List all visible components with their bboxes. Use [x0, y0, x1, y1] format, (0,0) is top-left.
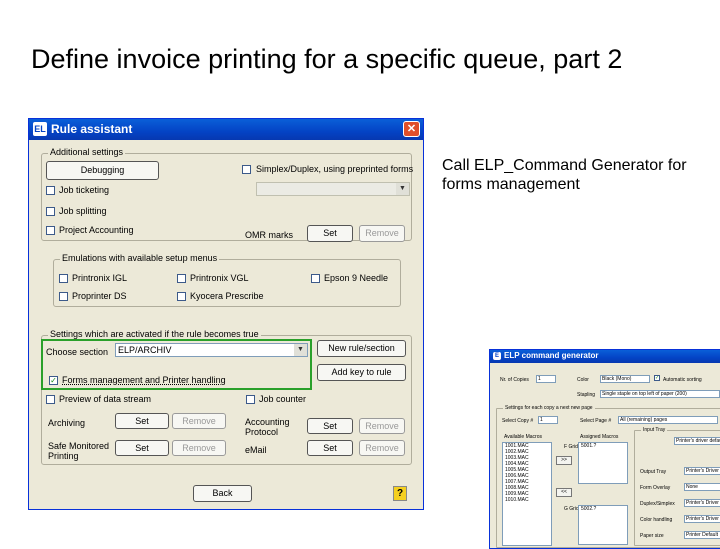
job-splitting-checkbox[interactable] [46, 207, 55, 216]
simplex-duplex-label: Simplex/Duplex, using preprinted forms [256, 164, 414, 174]
output-tray-select[interactable]: Printer's Driver D [684, 467, 720, 475]
omr-remove-button[interactable]: Remove [359, 225, 405, 242]
list-item[interactable]: 5002.? [581, 506, 627, 512]
paper-size-select[interactable]: Printer Default [684, 531, 720, 539]
accounting-remove-button[interactable]: Remove [359, 418, 405, 434]
move-right-button[interactable]: >> [556, 456, 572, 465]
close-button[interactable]: ✕ [403, 121, 420, 137]
paper-size-label: Paper size [640, 533, 664, 539]
preview-datastream-label: Preview of data stream [59, 394, 152, 404]
callout-text: Call ELP_Command Generator for forms man… [442, 157, 687, 193]
color-handling-label: Color handling [640, 517, 673, 523]
emulation-label-kyocera: Kyocera Prescribe [190, 291, 264, 301]
rule-assistant-titlebar: EL Rule assistant ✕ [29, 119, 423, 140]
simplex-duplex-select[interactable]: ▼ [256, 182, 410, 196]
safe-remove-button[interactable]: Remove [172, 440, 226, 456]
elp-window-title: ELP command generator [504, 351, 599, 360]
omr-marks-label: OMR marks [245, 230, 293, 240]
simplex-duplex-checkbox[interactable] [242, 165, 251, 174]
form-overlay-label: Form Overlay [640, 485, 671, 491]
nr-copies-label: Nr. of Copies [500, 377, 529, 383]
assigned-macros-header: Assigned Macros [580, 434, 619, 440]
copy-settings-label: Settings for each copy a next new page [503, 405, 595, 411]
select-copy-select[interactable]: 1 [538, 416, 558, 424]
project-accounting-checkbox[interactable] [46, 226, 55, 235]
available-macros-header: Available Macros [504, 434, 542, 440]
emulation-checkbox-kyocera[interactable] [177, 292, 186, 301]
stapling-label: Stapling [577, 392, 596, 398]
highlight-frame [41, 339, 312, 390]
assigned-macros-list-1[interactable]: 5001.? [578, 442, 628, 484]
assigned-group1-label: F Grid [564, 444, 578, 450]
slide-title: Define invoice printing for a specific q… [31, 44, 623, 74]
job-counter-checkbox[interactable] [246, 395, 255, 404]
rule-assistant-window: EL Rule assistant ✕ Additional settings … [28, 118, 424, 510]
color-label: Color [577, 377, 589, 383]
emulation-label-epson: Epson 9 Needle [324, 273, 389, 283]
email-label: eMail [245, 445, 267, 455]
debugging-button[interactable]: Debugging [46, 161, 159, 180]
duplex-select[interactable]: Printer's Driver D [684, 499, 720, 507]
auto-sorting-checkbox[interactable]: ✓ [654, 375, 660, 381]
emulations-label: Emulations with available setup menus [60, 253, 220, 263]
project-accounting-label: Project Accounting [59, 225, 134, 235]
archiving-set-button[interactable]: Set [115, 413, 169, 429]
archiving-label: Archiving [48, 418, 86, 428]
settings-activated-label: Settings which are activated if the rule… [48, 329, 261, 339]
output-tray-label: Output Tray [640, 469, 667, 475]
additional-settings-label: Additional settings [48, 147, 126, 157]
select-page-select[interactable]: All (remaining) pages [618, 416, 718, 424]
available-macros-list[interactable]: 1001.MAC 1002.MAC 1003.MAC 1004.MAC 1005… [502, 442, 552, 546]
emulation-checkbox-epson[interactable] [311, 274, 320, 283]
archiving-remove-button[interactable]: Remove [172, 413, 226, 429]
preview-datastream-checkbox[interactable] [46, 395, 55, 404]
select-copy-label: Select Copy # [502, 418, 534, 424]
back-button[interactable]: Back [193, 485, 252, 502]
job-splitting-label: Job splitting [59, 206, 107, 216]
input-tray-label: Input Tray [641, 427, 668, 433]
email-remove-button[interactable]: Remove [359, 440, 405, 456]
emulation-checkbox-printronix-vgl[interactable] [177, 274, 186, 283]
emulation-label-proprinter: Proprinter DS [72, 291, 127, 301]
auto-sorting-label: Automatic sorting [663, 377, 702, 383]
job-counter-label: Job counter [259, 394, 307, 404]
help-icon[interactable]: ? [393, 486, 407, 501]
stapling-select[interactable]: Single staple on top left of paper (200) [600, 390, 720, 398]
window-title: Rule assistant [51, 122, 133, 136]
select-page-label: Select Page # [580, 418, 612, 424]
color-select[interactable]: Black (Mono) [600, 375, 650, 383]
safe-printing-label: Safe Monitored Printing [48, 441, 110, 461]
emulation-checkbox-proprinter[interactable] [59, 292, 68, 301]
job-ticketing-checkbox[interactable] [46, 186, 55, 195]
job-ticketing-label: Job ticketing [59, 185, 110, 195]
nr-copies-input[interactable]: 1 [536, 375, 556, 383]
color-handling-select[interactable]: Printer's Driver D [684, 515, 720, 523]
form-overlay-select[interactable]: None [684, 483, 720, 491]
duplex-label: Duplex/Simplex [640, 501, 675, 507]
emulation-checkbox-printronix-igl[interactable] [59, 274, 68, 283]
app-icon: E [493, 352, 501, 360]
app-icon: EL [33, 122, 47, 136]
safe-set-button[interactable]: Set [115, 440, 169, 456]
elp-command-generator-window: E ELP command generator Nr. of Copies 1 … [489, 349, 720, 549]
emulation-label-printronix-vgl: Printronix VGL [190, 273, 249, 283]
assigned-macros-list-2[interactable]: 5002.? [578, 505, 628, 545]
new-rule-section-button[interactable]: New rule/section [317, 340, 406, 357]
chevron-down-icon: ▼ [396, 183, 409, 195]
list-item[interactable]: 1010.MAC [505, 497, 551, 503]
email-set-button[interactable]: Set [307, 440, 353, 456]
add-key-to-rule-button[interactable]: Add key to rule [317, 364, 406, 381]
assigned-group2-label: G Grid [564, 506, 579, 512]
accounting-set-button[interactable]: Set [307, 418, 353, 434]
elp-generator-titlebar: E ELP command generator [490, 350, 720, 363]
list-item[interactable]: 5001.? [581, 443, 627, 449]
accounting-protocol-label: Accounting Protocol [245, 417, 290, 437]
omr-set-button[interactable]: Set [307, 225, 353, 242]
emulation-label-printronix-igl: Printronix IGL [72, 273, 128, 283]
input-tray-select[interactable]: Printer's driver default [674, 437, 720, 445]
move-left-button[interactable]: << [556, 488, 572, 497]
